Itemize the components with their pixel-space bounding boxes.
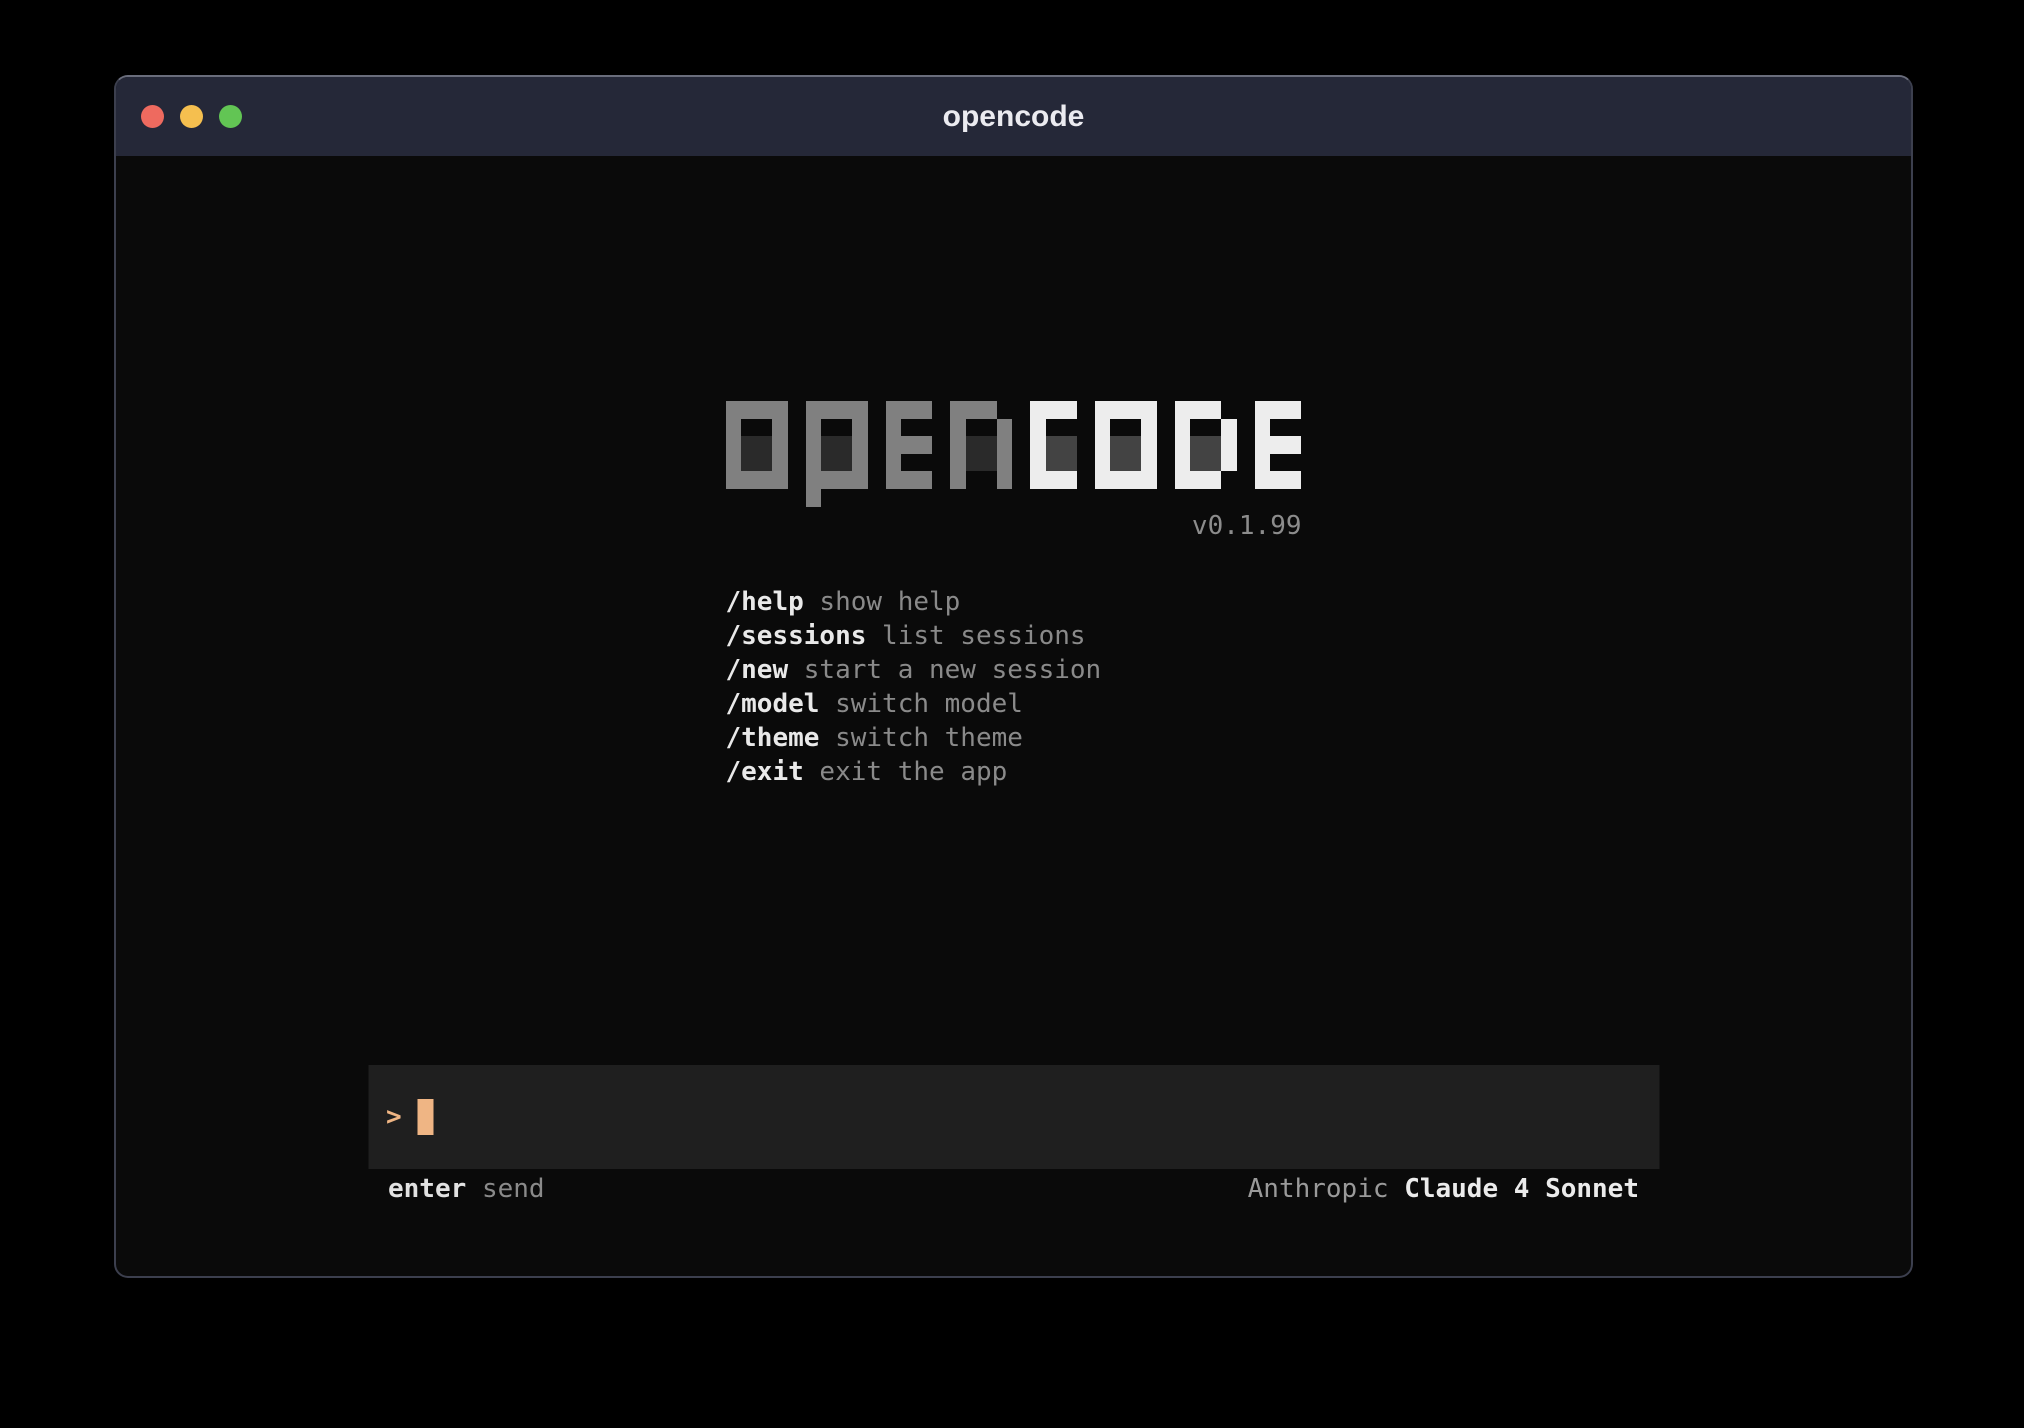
- command-item: /theme switch theme: [726, 721, 1302, 755]
- logo-letter-e: [886, 401, 933, 507]
- key-hint: enter send: [388, 1174, 545, 1204]
- command-name: /help: [726, 587, 804, 617]
- command-name: /exit: [726, 757, 804, 787]
- command-name: /model: [726, 689, 820, 719]
- text-cursor: [418, 1099, 434, 1135]
- zoom-button[interactable]: [219, 105, 242, 128]
- command-description: switch theme: [819, 723, 1023, 753]
- command-item: /exit exit the app: [726, 755, 1302, 789]
- logo-letter-c: [1030, 401, 1077, 507]
- window-title: opencode: [943, 100, 1085, 134]
- titlebar: opencode: [116, 77, 1911, 156]
- command-item: /model switch model: [726, 687, 1302, 721]
- logo-letter-n: [950, 401, 1012, 507]
- command-description: switch model: [819, 689, 1023, 719]
- close-button[interactable]: [141, 105, 164, 128]
- minimize-button[interactable]: [180, 105, 203, 128]
- logo-letter-o: [726, 401, 788, 507]
- key-hint-action: send: [466, 1174, 544, 1204]
- command-description: list sessions: [866, 621, 1085, 651]
- hero: v0.1.99 /help show help/sessions list se…: [726, 156, 1302, 789]
- command-item: /new start a new session: [726, 653, 1302, 687]
- model-provider: Anthropic: [1248, 1174, 1389, 1204]
- logo-letter-e: [1255, 401, 1302, 507]
- command-description: exit the app: [804, 757, 1008, 787]
- main-content: v0.1.99 /help show help/sessions list se…: [116, 156, 1911, 1276]
- command-description: show help: [804, 587, 961, 617]
- version-label: v0.1.99: [1192, 511, 1302, 541]
- prompt-symbol: >: [386, 1102, 402, 1132]
- command-item: /help show help: [726, 585, 1302, 619]
- logo-letter-o: [1095, 401, 1157, 507]
- command-name: /new: [726, 655, 789, 685]
- key-hint-key: enter: [388, 1174, 466, 1204]
- opencode-window: opencode v0.1.99 /help show help/session…: [114, 75, 1913, 1278]
- status-bar: enter send Anthropic Claude 4 Sonnet: [368, 1174, 1659, 1204]
- model-indicator: Anthropic Claude 4 Sonnet: [1248, 1174, 1639, 1204]
- command-list: /help show help/sessions list sessions/n…: [726, 585, 1302, 789]
- logo-letter-d: [1175, 401, 1237, 507]
- command-name: /sessions: [726, 621, 867, 651]
- model-name: Claude 4 Sonnet: [1404, 1174, 1639, 1204]
- command-item: /sessions list sessions: [726, 619, 1302, 653]
- command-description: start a new session: [788, 655, 1101, 685]
- message-input[interactable]: >: [368, 1065, 1659, 1169]
- command-name: /theme: [726, 723, 820, 753]
- logo: [726, 401, 1302, 507]
- logo-letter-p: [806, 401, 868, 507]
- traffic-lights: [141, 77, 242, 156]
